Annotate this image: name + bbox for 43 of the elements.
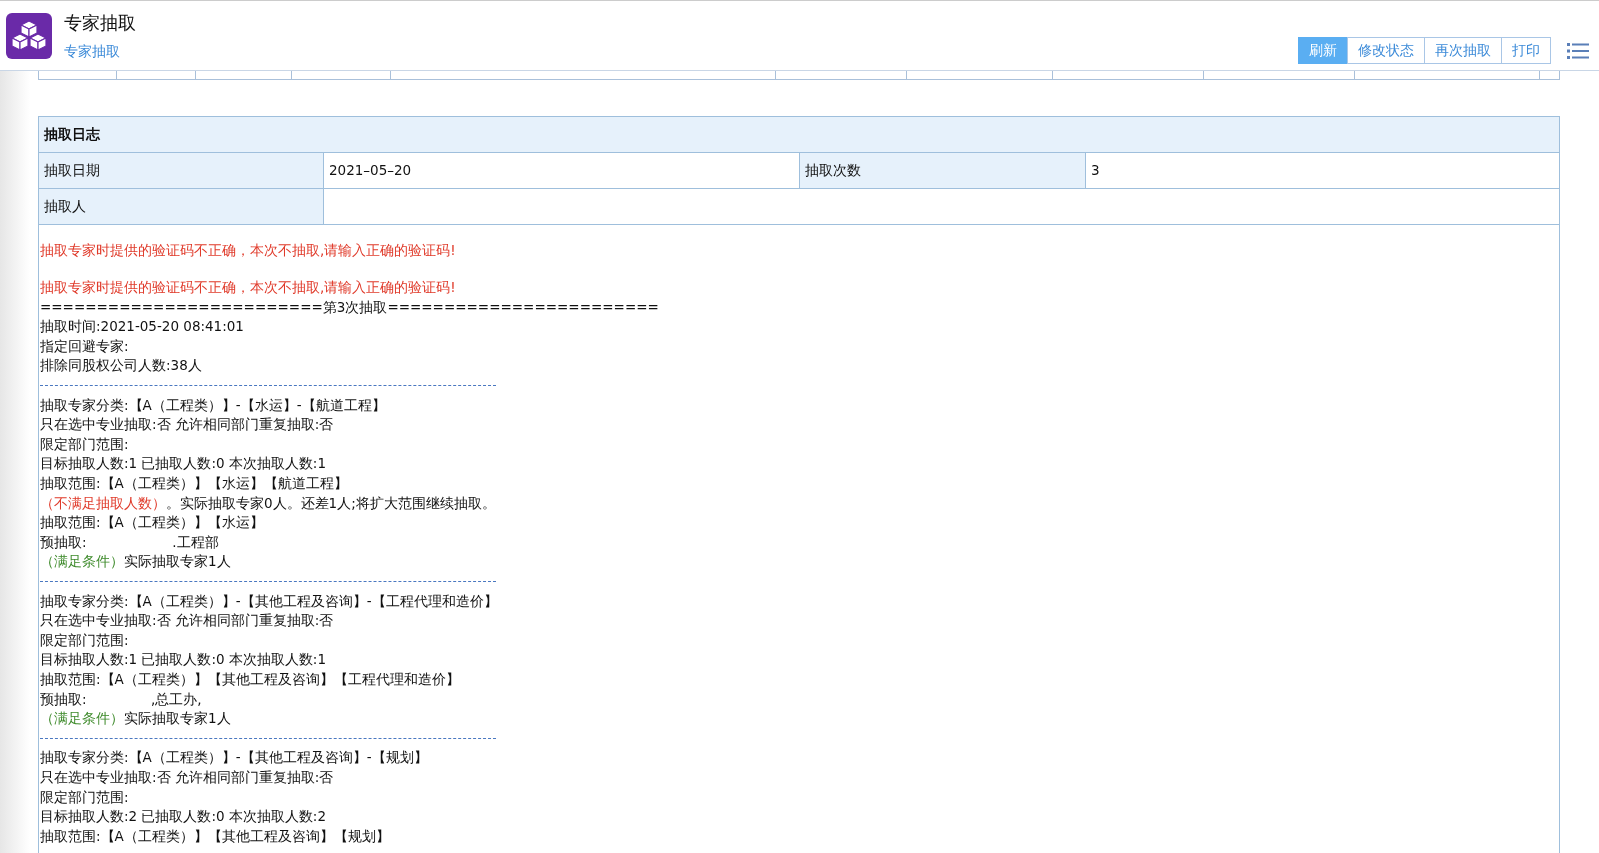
log-line: 抽取范围:【A（工程类）】【水运】 <box>40 513 265 533</box>
log-line: 抽取范围:【A（工程类）】【其他工程及咨询】【规划】 <box>40 826 391 846</box>
log-line: 限定部门范围: <box>40 787 130 807</box>
log-line: 目标抽取人数:2 已抽取人数:0 本次抽取人数:2 <box>40 807 327 827</box>
field-value: 3 <box>1090 161 1101 180</box>
log-line: 排除同股权公司人数:38人 <box>40 356 203 376</box>
log-line: 实际抽取专家1人 <box>124 553 231 570</box>
log-line: 预抽取: ,总工办, <box>40 689 203 709</box>
log-line: 目标抽取人数:1 已抽取人数:0 本次抽取人数:1 <box>40 454 327 474</box>
field-label: 抽取人 <box>39 189 324 224</box>
log-line: 只在选中专业抽取:否 允许相同部门重复抽取:否 <box>40 611 335 631</box>
log-line: 抽取范围:【A（工程类）】【其他工程及咨询】【工程代理和造价】 <box>40 669 461 689</box>
log-line: 指定回避专家: <box>40 336 130 356</box>
log-line: 限定部门范围: <box>40 630 130 650</box>
log-line: 限定部门范围: <box>40 434 130 454</box>
status-label: （不满足抽取人数） <box>40 494 166 511</box>
log-line: 目标抽取人数:1 已抽取人数:0 本次抽取人数:1 <box>40 650 327 670</box>
log-line: 实际抽取专家1人 <box>124 710 231 727</box>
log-line: 只在选中专业抽取:否 允许相同部门重复抽取:否 <box>40 767 335 787</box>
toolbar-button[interactable]: 打印 <box>1501 37 1551 64</box>
log-line: 。实际抽取专家0人。还差1人;将扩大范围继续抽取。 <box>166 494 496 511</box>
log-line: 预抽取: .工程部 <box>40 532 220 552</box>
error-message: 抽取专家时提供的验证码不正确，本次不抽取,请输入正确的验证码! <box>40 278 457 298</box>
field-label: 抽取次数 <box>800 153 1086 188</box>
log-table-title: 抽取日志 <box>39 117 1559 153</box>
status-label: （满足条件） <box>40 553 124 570</box>
cubes-logo-icon <box>6 12 52 59</box>
toolbar-button[interactable]: 修改状态 <box>1347 37 1425 64</box>
menu-icon[interactable] <box>1567 41 1589 60</box>
field-label: 抽取日期 <box>39 153 324 188</box>
log-line: 抽取专家分类:【A（工程类）】-【其他工程及咨询】-【工程代理和造价】 <box>40 591 499 611</box>
status-label: （满足条件） <box>40 710 124 727</box>
log-line: 抽取范围:【A（工程类）】【水运】【航道工程】 <box>40 474 349 494</box>
log-line: 只在选中专业抽取:否 允许相同部门重复抽取:否 <box>40 415 335 435</box>
log-line: 抽取专家分类:【A（工程类）】-【其他工程及咨询】-【规划】 <box>40 748 429 768</box>
toolbar-button[interactable]: 再次抽取 <box>1424 37 1502 64</box>
toolbar-button[interactable]: 刷新 <box>1298 37 1348 64</box>
log-line: 抽取专家分类:【A（工程类）】-【水运】-【航道工程】 <box>40 395 387 415</box>
log-line: =========================第3次抽取======================== <box>40 297 660 317</box>
error-message: 抽取专家时提供的验证码不正确，本次不抽取,请输入正确的验证码! <box>40 241 457 260</box>
breadcrumb-tab[interactable]: 专家抽取 <box>64 42 120 61</box>
log-line: 抽取时间:2021-05-20 08:41:01 <box>40 317 245 337</box>
page-title: 专家抽取 <box>64 10 136 35</box>
